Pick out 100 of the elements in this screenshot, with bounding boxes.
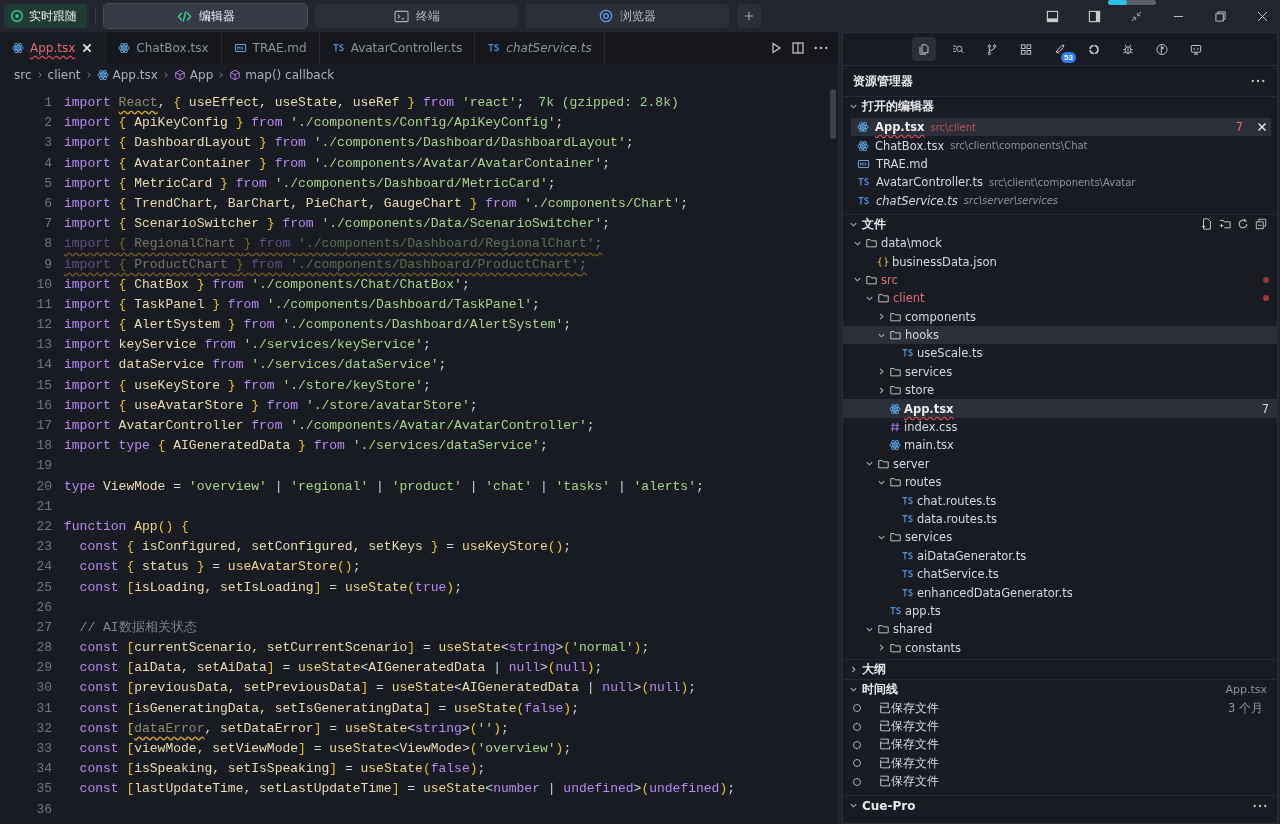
tree-item[interactable]: app.ts bbox=[843, 601, 1277, 621]
play-icon[interactable] bbox=[770, 41, 782, 54]
code-line: import { MetricCard } from './components/Dashboard/MetricCard'; bbox=[64, 174, 556, 193]
tree-item[interactable]: useScale.ts bbox=[843, 344, 1277, 363]
refresh-icon[interactable] bbox=[1237, 218, 1249, 231]
scrollbar-thumb[interactable] bbox=[830, 89, 836, 139]
editor-tab[interactable]: AvatarController.ts bbox=[319, 32, 476, 63]
breadcrumb-item[interactable]: client bbox=[47, 68, 81, 82]
split-editor-icon[interactable] bbox=[792, 41, 804, 54]
code-line: // AI数据相关状态 bbox=[79, 618, 197, 637]
editor-tab[interactable]: App.tsx bbox=[0, 32, 107, 63]
mode-tab[interactable]: 浏览器 bbox=[526, 4, 729, 28]
line-number: 31 bbox=[36, 699, 52, 718]
tree-item[interactable]: main.tsx bbox=[843, 436, 1277, 455]
line-number: 12 bbox=[36, 316, 52, 335]
tree-item[interactable]: aiDataGenerator.ts bbox=[843, 546, 1277, 565]
tree-item[interactable]: services bbox=[843, 362, 1277, 382]
section-title[interactable]: 大纲 bbox=[862, 661, 886, 678]
more-icon[interactable] bbox=[1251, 79, 1265, 83]
line-number: 33 bbox=[36, 740, 52, 758]
timeline-item[interactable]: 已保存文件 bbox=[843, 772, 1277, 791]
code-line: import dataService from './services/dataService'; bbox=[64, 356, 447, 375]
open-editor-item[interactable]: App.tsx src\client 7 bbox=[851, 118, 1271, 137]
chevron-right-icon[interactable] bbox=[849, 665, 858, 674]
more-icon[interactable] bbox=[814, 45, 828, 50]
tree-item[interactable]: server bbox=[843, 454, 1277, 474]
section-title[interactable]: Cue-Pro bbox=[862, 798, 916, 813]
line-number: 24 bbox=[36, 558, 52, 577]
collapse-all-icon[interactable] bbox=[1255, 218, 1267, 231]
close-icon[interactable] bbox=[1257, 122, 1267, 133]
tree-item[interactable]: chat.routes.ts bbox=[843, 491, 1277, 510]
tree-item[interactable]: data.routes.ts bbox=[843, 509, 1277, 529]
tree-item[interactable]: App.tsx 7 bbox=[843, 399, 1277, 418]
open-editor-item[interactable]: chatService.ts src\server\services bbox=[851, 191, 1271, 210]
timeline-item[interactable]: 已保存文件 bbox=[843, 717, 1277, 736]
typescript-icon bbox=[901, 513, 914, 525]
code-line: import { ProductChart } from './components/Dashboard/ProductChart'; bbox=[64, 255, 587, 274]
section-title[interactable]: 打开的编辑器 bbox=[862, 98, 934, 115]
section-title[interactable]: 时间线 bbox=[862, 681, 898, 698]
line-number: 13 bbox=[36, 336, 52, 355]
new-folder-icon[interactable] bbox=[1219, 218, 1231, 231]
tree-item[interactable]: constants bbox=[843, 638, 1277, 657]
code-line: import type { AIGeneratedData } from './services/dataService'; bbox=[64, 437, 548, 456]
tree-item[interactable]: enhancedDataGenerator.ts bbox=[843, 583, 1277, 602]
open-editor-item[interactable]: AvatarController.ts src\client\components\Avatar bbox=[851, 173, 1271, 192]
react-icon bbox=[889, 439, 901, 452]
tree-item[interactable]: routes bbox=[843, 473, 1277, 492]
tree-item[interactable]: chatService.ts bbox=[843, 565, 1277, 584]
breadcrumb-item[interactable]: App bbox=[173, 68, 214, 82]
line-number: 15 bbox=[36, 376, 52, 395]
mode-tab[interactable]: 终端 bbox=[315, 4, 518, 28]
modified-dot bbox=[1263, 295, 1269, 302]
editor-tab[interactable]: TRAE.md bbox=[221, 32, 320, 63]
tree-item[interactable]: services bbox=[843, 528, 1277, 547]
bottom-panel-icon bbox=[1045, 9, 1059, 23]
line-number: 27 bbox=[36, 618, 52, 637]
line-number: 8 bbox=[44, 235, 52, 254]
timeline-item[interactable]: 已保存文件 3 个月 bbox=[843, 699, 1277, 718]
follow-button[interactable]: 实时跟随 bbox=[4, 4, 87, 28]
folder-icon bbox=[889, 531, 902, 544]
new-file-icon[interactable] bbox=[1201, 218, 1213, 231]
more-icon[interactable] bbox=[1253, 803, 1267, 808]
line-number: 21 bbox=[36, 497, 52, 516]
tree-item[interactable]: hooks bbox=[843, 325, 1277, 345]
react-icon bbox=[118, 41, 131, 54]
chevron-down-icon[interactable] bbox=[849, 102, 858, 111]
add-tab-button[interactable] bbox=[737, 4, 761, 28]
tree-item[interactable]: businessData.json bbox=[843, 252, 1277, 271]
line-number: 9 bbox=[44, 255, 52, 274]
breadcrumb-item[interactable]: map() callback bbox=[229, 68, 335, 82]
tree-item[interactable]: data\mock bbox=[843, 233, 1277, 253]
open-editor-item[interactable]: ChatBox.tsx src\client\components\Chat bbox=[851, 136, 1271, 155]
mode-tab[interactable]: 编辑器 bbox=[104, 4, 307, 28]
timeline-item[interactable]: 已保存文件 bbox=[843, 735, 1277, 755]
timeline-item[interactable]: 已保存文件 bbox=[843, 754, 1277, 773]
line-number: 23 bbox=[36, 538, 52, 557]
chevron-down-icon[interactable] bbox=[849, 801, 858, 810]
line-number: 29 bbox=[36, 659, 52, 678]
close-icon[interactable] bbox=[81, 41, 94, 54]
tree-item[interactable]: components bbox=[843, 307, 1277, 326]
chevron-right-icon[interactable] bbox=[877, 312, 886, 322]
breadcrumb-item[interactable]: App.tsx bbox=[96, 68, 158, 82]
tree-item[interactable]: shared bbox=[843, 620, 1277, 639]
tree-item[interactable]: client bbox=[843, 289, 1277, 308]
tree-item[interactable]: index.css bbox=[843, 417, 1277, 437]
editor-tab[interactable]: ChatBox.tsx bbox=[106, 32, 222, 63]
line-number: 11 bbox=[36, 295, 52, 314]
code-line: import { AvatarContainer } from './components/Avatar/AvatarContainer'; bbox=[64, 154, 611, 173]
section-title[interactable]: 文件 bbox=[862, 215, 886, 233]
chevron-right-icon[interactable] bbox=[877, 643, 886, 653]
chevron-down-icon[interactable] bbox=[849, 685, 858, 694]
tree-item[interactable]: src bbox=[843, 270, 1277, 290]
open-editor-item[interactable]: TRAE.md bbox=[851, 154, 1271, 174]
breadcrumb-item[interactable]: src bbox=[14, 68, 32, 82]
typescript-icon bbox=[889, 604, 902, 617]
tree-item[interactable]: store bbox=[843, 381, 1277, 400]
line-number: 7 bbox=[44, 215, 52, 234]
editor-tab[interactable]: chatService.ts bbox=[475, 32, 605, 63]
code-line: type ViewMode = 'overview' | 'regional' | 'product' | 'chat' | 'tasks' | 'alerts'; bbox=[64, 477, 704, 496]
activity-button[interactable] bbox=[912, 37, 936, 61]
